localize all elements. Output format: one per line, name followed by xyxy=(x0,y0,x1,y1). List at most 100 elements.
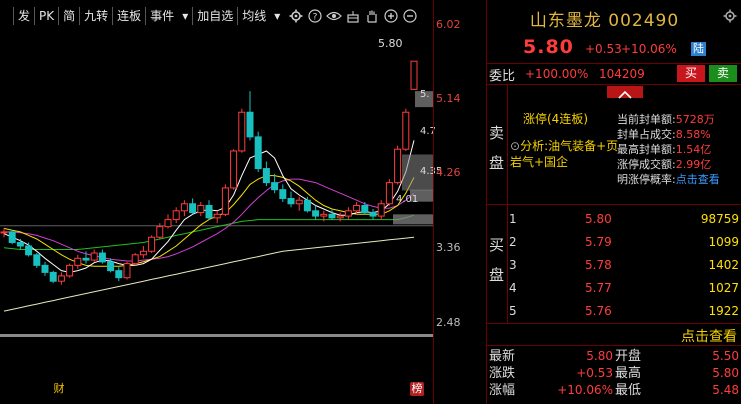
divider xyxy=(487,84,741,85)
quote-value: 5.80 xyxy=(586,349,613,363)
collapse-button[interactable] xyxy=(607,86,643,99)
bid-price: 5.77 xyxy=(585,281,612,295)
candle-body xyxy=(164,219,172,228)
gear-icon[interactable] xyxy=(723,8,737,27)
seal-row: 最高封单额:1.54亿 xyxy=(617,142,720,157)
candle-body xyxy=(156,226,164,238)
analysis-prefix: 分析: xyxy=(520,139,549,153)
toolbar-jiuzhuan[interactable]: 九转 xyxy=(80,7,114,25)
seal-value: 5728万 xyxy=(675,113,715,126)
quote-panel: 山东墨龙 002490 5.80 +0.53 +10.06% 陆 委比 +100… xyxy=(486,0,741,404)
candle-body xyxy=(131,254,139,265)
bid-volume: 98759 xyxy=(700,212,739,226)
quote-row: 涨幅 +10.06% 最低 5.48 xyxy=(489,382,741,399)
candle-body xyxy=(369,212,377,217)
quote-key: 涨幅 xyxy=(489,383,516,398)
bid-row[interactable]: 4 5.77 1027 xyxy=(509,277,741,300)
candle-body xyxy=(320,213,328,217)
high-price-label: 5.80 xyxy=(378,37,403,50)
bid-row[interactable]: 2 5.79 1099 xyxy=(509,231,741,254)
toolbar-fa[interactable]: 发 xyxy=(14,7,36,25)
analysis-text[interactable]: ⊙分析:油气装备+页岩气+国企 xyxy=(510,138,625,170)
stock-title: 山东墨龙 002490 xyxy=(529,11,680,31)
kline-chart[interactable] xyxy=(0,26,433,378)
cake-icon[interactable] xyxy=(345,8,361,24)
seal-key: 当前封单额: xyxy=(617,113,676,126)
seal-value: 1.54亿 xyxy=(675,143,712,156)
bid-row[interactable]: 5 5.76 1922 xyxy=(509,300,741,323)
svg-text:?: ? xyxy=(313,13,318,23)
candle-body xyxy=(98,252,106,263)
hk-connect-badge: 陆 xyxy=(691,42,706,56)
gear-icon[interactable] xyxy=(288,8,304,24)
price-change: +0.53 xyxy=(585,42,622,56)
order-ratio-pct: +100.00% xyxy=(525,67,589,81)
candle-body xyxy=(221,187,229,215)
last-price: 5.80 xyxy=(523,36,574,58)
next-limit-up-link[interactable]: 点击查看 xyxy=(676,173,720,186)
search-icon: ⊙ xyxy=(510,139,521,153)
bid-price: 5.79 xyxy=(585,235,612,249)
candle-body xyxy=(402,111,410,150)
candle-body xyxy=(303,199,311,212)
candle-body xyxy=(394,148,402,184)
bid-level: 5 xyxy=(509,304,517,318)
bid-row[interactable]: 1 5.80 98759 xyxy=(509,208,741,231)
toolbar-shijian-dropdown[interactable]: ▾ xyxy=(178,7,194,25)
candle-body xyxy=(279,189,287,199)
chart-toolbar: 发 PK 简 九转 连板 事件 ▾ 加自选 均线 ▾ ? xyxy=(0,6,437,26)
candle-body xyxy=(328,213,336,219)
divider xyxy=(487,204,741,205)
candle-body xyxy=(57,275,65,282)
minus-icon[interactable] xyxy=(402,8,418,24)
candle-body xyxy=(246,111,254,138)
dragon-tiger-list-marker[interactable]: 榜 xyxy=(410,382,424,396)
toolbar-ma[interactable]: 均线 xyxy=(238,7,270,25)
click-to-view-link[interactable]: 点击查看 xyxy=(681,326,737,346)
toolbar-jian[interactable]: 简 xyxy=(59,7,81,25)
bid-volume: 1402 xyxy=(708,258,739,272)
eye-icon[interactable] xyxy=(326,8,343,24)
bid-level: 3 xyxy=(509,258,517,272)
toolbar-add-watchlist[interactable]: 加自选 xyxy=(193,7,239,25)
plus-icon[interactable] xyxy=(383,8,399,24)
candle-body xyxy=(213,213,221,219)
price-axis: 6.02 5.14 4.26 3.36 2.48 xyxy=(433,0,485,404)
quote-value: 5.80 xyxy=(712,366,739,380)
candle-body xyxy=(262,168,270,184)
toolbar-shijian[interactable]: 事件 xyxy=(146,7,178,25)
quote-row: 最新 5.80 开盘 5.50 xyxy=(489,348,741,365)
quote-key: 最低 xyxy=(615,383,642,398)
candle-body xyxy=(361,205,369,214)
ma10-line xyxy=(3,175,415,267)
sell-button[interactable]: 卖 xyxy=(709,65,737,82)
bid-row[interactable]: 3 5.78 1402 xyxy=(509,254,741,277)
toolbar-ma-dropdown[interactable]: ▾ xyxy=(270,7,284,25)
help-icon[interactable]: ? xyxy=(307,8,323,24)
candle-body xyxy=(410,60,418,90)
limit-up-board: 涨停(4连板) xyxy=(523,112,588,126)
quote-key: 开盘 xyxy=(615,349,642,364)
hand-icon[interactable] xyxy=(364,8,380,24)
order-ratio-volume: 104209 xyxy=(599,67,645,81)
candle-body xyxy=(33,254,41,266)
candle-body xyxy=(377,203,385,217)
candle-body xyxy=(90,252,98,261)
bid-volume: 1027 xyxy=(708,281,739,295)
seal-key: 明涨停概率: xyxy=(617,173,676,186)
candle-body xyxy=(385,182,393,205)
toolbar-lianban[interactable]: 连板 xyxy=(113,7,147,25)
seal-row: 明涨停概率:点击查看 xyxy=(617,172,720,187)
candle-body xyxy=(271,182,279,191)
quote-value: 5.48 xyxy=(712,383,739,397)
seal-value: 2.99亿 xyxy=(675,158,712,171)
ma120-line xyxy=(3,236,415,312)
buy-button[interactable]: 买 xyxy=(677,65,705,82)
financial-report-marker[interactable]: 财 xyxy=(52,382,66,396)
buy-side-label: 买盘 xyxy=(489,236,505,284)
bid-volume: 1099 xyxy=(708,235,739,249)
candle-body xyxy=(189,203,197,214)
toolbar-pk[interactable]: PK xyxy=(35,7,60,25)
low-price-label: 4.01 xyxy=(396,194,419,205)
candle-body xyxy=(139,250,147,256)
